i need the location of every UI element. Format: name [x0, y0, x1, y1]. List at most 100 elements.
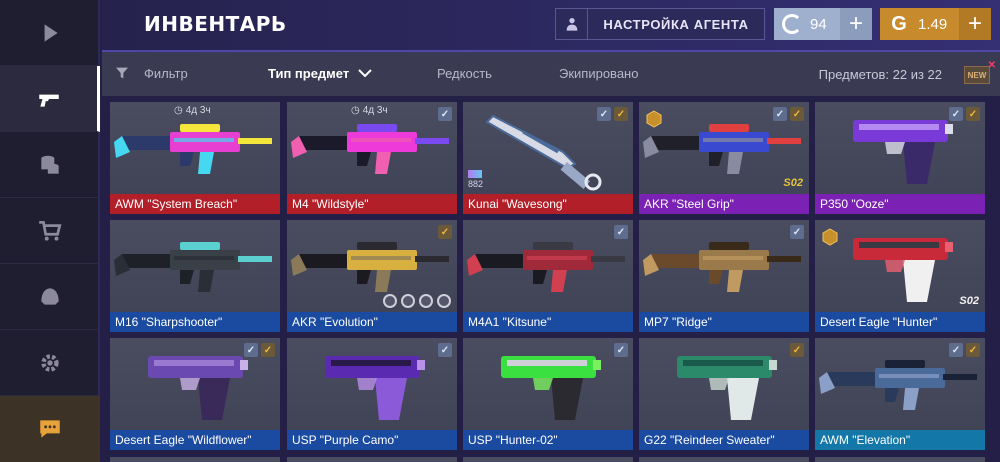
equipped-indicators: ✓ — [438, 107, 452, 121]
inventory-item-card[interactable]: ✓ USP "Hunter-02" — [463, 338, 633, 450]
inventory-item-card-partial[interactable] — [815, 457, 985, 462]
rental-timer: ◷ 4д 3ч — [174, 105, 211, 116]
sticker-badge-icon — [645, 110, 663, 133]
inventory-item-card[interactable]: ✓ G22 "Reindeer Sweater" — [639, 338, 809, 450]
agent-settings-label: НАСТРОЙКА АГЕНТА — [603, 16, 749, 32]
equipped-indicators: ✓ — [438, 225, 452, 239]
equipped-blue-check-icon: ✓ — [244, 343, 258, 357]
inventory-item-card[interactable]: M16 "Sharpshooter" — [110, 220, 280, 332]
equipped-indicators: ✓ ✓ — [244, 343, 275, 357]
inventory-item-card[interactable]: ◷ 4д 3ч ✓ M4 "Wildstyle" — [287, 102, 457, 214]
gem-icon — [468, 170, 482, 178]
equipped-gold-check-icon: ✓ — [966, 343, 980, 357]
clock-icon: ◷ — [351, 105, 360, 116]
equipped-blue-check-icon: ✓ — [790, 225, 804, 239]
chevron-down-icon[interactable] — [358, 68, 372, 78]
silver-currency: 94 + — [774, 8, 872, 40]
item-name: AWM "Elevation" — [815, 430, 985, 450]
collection-tag: S02 — [959, 295, 979, 307]
sidebar-item-shop[interactable] — [0, 198, 100, 264]
item-name: M4A1 "Kitsune" — [463, 312, 633, 332]
inventory-item-card-partial[interactable] — [463, 457, 633, 462]
coins-icon — [41, 155, 59, 174]
equipped-blue-check-icon: ✓ — [949, 107, 963, 121]
page-title: ИНВЕНТАРЬ — [144, 12, 287, 36]
sidebar-item-chat[interactable] — [0, 396, 100, 462]
equipped-blue-check-icon: ✓ — [597, 107, 611, 121]
equipped-indicators: ✓ — [614, 225, 628, 239]
item-name: AKR "Evolution" — [287, 312, 457, 332]
item-name: USP "Hunter-02" — [463, 430, 633, 450]
charm-slots — [383, 294, 451, 308]
inventory-item-card[interactable]: ✓ ✓ P350 "Ooze" — [815, 102, 985, 214]
inventory-item-card[interactable]: ✓ ✓ AWM "Elevation" — [815, 338, 985, 450]
equipped-blue-check-icon: ✓ — [438, 343, 452, 357]
equipped-indicators: ✓ ✓ — [773, 107, 804, 121]
add-silver-button[interactable]: + — [840, 8, 872, 40]
gold-currency: G 1.49 + — [880, 8, 991, 40]
inventory-item-card[interactable]: ◷ 4д 3ч AWM "System Breach" — [110, 102, 280, 214]
cart-icon — [39, 220, 62, 241]
type-filter-dropdown[interactable]: Тип предмет — [268, 66, 349, 81]
sidebar-item-coins[interactable] — [0, 132, 100, 198]
sidebar-item-settings[interactable] — [0, 330, 100, 396]
charm-icon — [419, 294, 433, 308]
item-name: Desert Eagle "Hunter" — [815, 312, 985, 332]
equipped-indicators: ✓ — [790, 225, 804, 239]
inventory-grid: ◷ 4д 3ч AWM "System Breach" ◷ 4д 3ч ✓ M4 "Wil… — [110, 102, 1000, 462]
weapon-image — [110, 220, 280, 312]
equipped-indicators: ✓ — [438, 343, 452, 357]
sidebar — [0, 0, 100, 462]
sidebar-item-play[interactable] — [0, 0, 100, 66]
sidebar-item-inventory[interactable] — [0, 66, 100, 132]
inventory-item-card-partial[interactable] — [639, 457, 809, 462]
add-gold-button[interactable]: + — [959, 8, 991, 40]
weapon-image — [463, 338, 633, 430]
pistol-icon — [38, 94, 59, 107]
pattern-number: 882 — [468, 179, 484, 189]
item-name: M16 "Sharpshooter" — [110, 312, 280, 332]
collection-tag: S02 — [783, 177, 803, 189]
inventory-item-card[interactable]: ✓ USP "Purple Camo" — [287, 338, 457, 450]
item-name: G22 "Reindeer Sweater" — [639, 430, 809, 450]
inventory-item-card-partial[interactable] — [287, 457, 457, 462]
agent-settings-button[interactable]: НАСТРОЙКА АГЕНТА — [555, 8, 765, 40]
inventory-item-card[interactable]: ✓ ✓ 882 Kunai "Wavesong" — [463, 102, 633, 214]
inventory-item-card[interactable]: S02 Desert Eagle "Hunter" — [815, 220, 985, 332]
rarity-filter[interactable]: Редкость — [437, 66, 492, 81]
header: ИНВЕНТАРЬ НАСТРОЙКА АГЕНТА 94 + G 1.49 + — [102, 0, 1000, 50]
inventory-item-card[interactable]: ✓ AKR "Evolution" — [287, 220, 457, 332]
equipped-indicators: ✓ ✓ — [949, 107, 980, 121]
item-name: P350 "Ooze" — [815, 194, 985, 214]
inventory-item-card[interactable]: ✓ ✓ Desert Eagle "Wildflower" — [110, 338, 280, 450]
equipped-indicators: ✓ ✓ — [949, 343, 980, 357]
equipped-gold-check-icon: ✓ — [438, 225, 452, 239]
gear-icon — [41, 353, 59, 372]
chat-icon — [40, 420, 60, 438]
filter-bar: Фильтр Тип предмет Редкость Экипировано … — [102, 50, 1000, 96]
equipped-blue-check-icon: ✓ — [949, 343, 963, 357]
new-close-icon[interactable]: ✕ — [988, 60, 996, 71]
equipped-gold-check-icon: ✓ — [261, 343, 275, 357]
inventory-item-card[interactable]: ✓ M4A1 "Kitsune" — [463, 220, 633, 332]
inventory-item-card[interactable]: ✓ ✓ S02 AKR "Steel Grip" — [639, 102, 809, 214]
weapon-image — [639, 220, 809, 312]
inventory-item-card[interactable]: ✓ MP7 "Ridge" — [639, 220, 809, 332]
charm-icon — [401, 294, 415, 308]
rental-timer: ◷ 4д 3ч — [351, 105, 388, 116]
item-name: Desert Eagle "Wildflower" — [110, 430, 280, 450]
equipped-blue-check-icon: ✓ — [614, 343, 628, 357]
equipped-filter[interactable]: Экипировано — [559, 66, 638, 81]
silver-coin-icon — [782, 14, 802, 34]
new-badge[interactable]: NEW — [964, 66, 990, 84]
filter-label[interactable]: Фильтр — [144, 66, 188, 81]
gold-coin-icon: G — [891, 12, 907, 35]
inventory-item-card-partial[interactable] — [110, 457, 280, 462]
sidebar-item-agents[interactable] — [0, 264, 100, 330]
charm-icon — [383, 294, 397, 308]
filter-icon[interactable] — [114, 65, 130, 81]
weapon-image — [639, 338, 809, 430]
equipped-blue-check-icon: ✓ — [614, 225, 628, 239]
timer-text: 4д 3ч — [185, 105, 211, 116]
weapon-image — [463, 220, 633, 312]
